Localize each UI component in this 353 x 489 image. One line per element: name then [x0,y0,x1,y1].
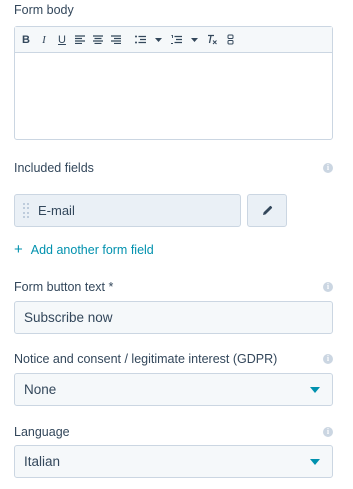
bold-button[interactable]: B [19,30,33,50]
italic-button[interactable]: I [37,30,51,50]
caret-down-icon [310,459,320,465]
bulleted-list-button[interactable] [133,30,147,50]
align-right-icon [111,35,121,44]
bulleted-list-dropdown[interactable] [151,30,165,50]
info-icon[interactable]: i [323,282,333,292]
gdpr-label: Notice and consent / legitimate interest… [14,352,278,366]
editor-toolbar: B I U [15,27,332,53]
form-body-text-area[interactable] [15,53,332,139]
bulleted-list-icon [134,35,146,44]
gdpr-selected-value: None [24,382,57,397]
language-label: Language [14,425,70,439]
numbered-list-dropdown[interactable] [187,30,201,50]
included-fields-label: Included fields [14,161,94,175]
gdpr-select[interactable]: None [14,373,333,406]
field-label: E-mail [38,203,75,218]
source-code-button[interactable] [223,30,237,50]
pencil-icon [262,205,272,215]
caret-down-icon [154,37,162,42]
align-right-button[interactable] [109,30,123,50]
clear-formatting-button[interactable] [205,30,219,50]
form-button-text-label: Form button text * [14,280,114,294]
drag-handle-icon[interactable] [23,202,29,219]
align-left-icon [75,35,85,44]
add-form-field-label: Add another form field [30,242,154,257]
add-form-field-link[interactable]: + Add another form field [14,242,154,257]
form-body-label: Form body [14,3,74,17]
form-button-text-input[interactable]: Subscribe now [14,301,333,334]
align-center-button[interactable] [91,30,105,50]
included-field-email[interactable]: E-mail [14,194,241,227]
underline-button[interactable]: U [55,30,69,50]
caret-down-icon [190,37,198,42]
edit-field-button[interactable] [247,194,287,227]
caret-down-icon [310,387,320,393]
language-select[interactable]: Italian [14,445,333,478]
clear-formatting-icon [207,34,217,45]
numbered-list-button[interactable] [169,30,183,50]
info-icon[interactable]: i [323,354,333,364]
language-selected-value: Italian [24,454,61,469]
numbered-list-icon [170,35,182,44]
plus-icon: + [14,241,23,258]
rich-text-editor: B I U [14,26,333,140]
align-center-icon [93,35,103,44]
info-icon[interactable]: i [323,163,333,173]
align-left-button[interactable] [73,30,87,50]
source-code-icon [227,34,233,45]
info-icon[interactable]: i [323,427,333,437]
